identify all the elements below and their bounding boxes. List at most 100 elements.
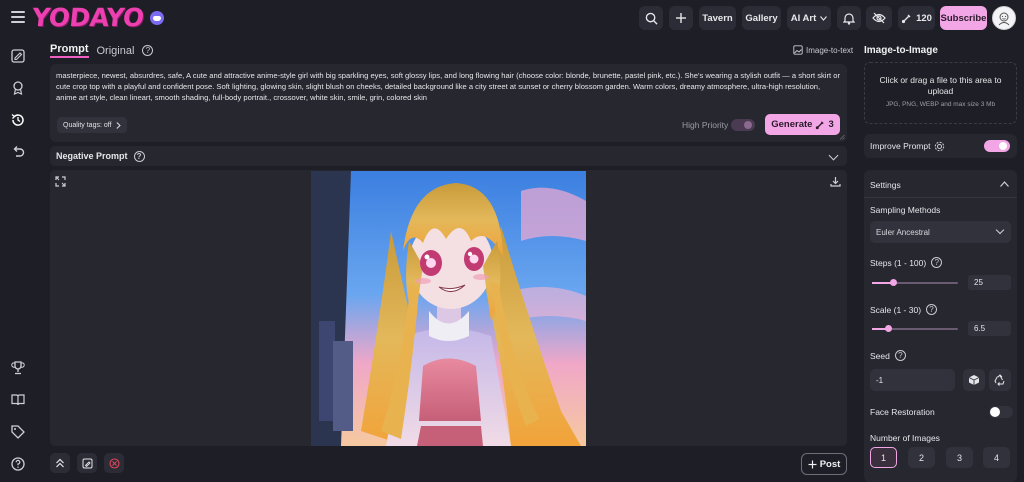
create-button[interactable] — [669, 6, 693, 30]
sidebar-undo[interactable] — [8, 142, 28, 162]
badge-icon — [13, 81, 23, 96]
avatar[interactable] — [992, 6, 1016, 30]
seed-input[interactable]: -1 — [870, 369, 955, 391]
image-to-text-button[interactable]: Image-to-text — [793, 45, 853, 55]
image-to-image-title: Image-to-Image — [864, 45, 938, 56]
prompt-tabs: Prompt Original ? — [50, 43, 154, 58]
quality-tags-button[interactable]: Quality tags: off — [57, 117, 127, 133]
scale-label: Scale (1 - 30) ? — [870, 304, 938, 315]
num-images-option-2[interactable]: 2 — [908, 447, 935, 468]
collapse-button[interactable] — [50, 453, 70, 473]
steps-input[interactable]: 25 — [968, 275, 1011, 290]
credits-count: 120 — [916, 12, 932, 24]
left-sidebar — [0, 36, 38, 482]
gear-icon[interactable] — [934, 141, 945, 152]
generate-button[interactable]: Generate 3 — [765, 114, 840, 135]
book-icon — [11, 394, 25, 406]
scale-slider[interactable] — [872, 325, 958, 332]
generate-label: Generate — [771, 119, 813, 130]
post-label: Post — [819, 458, 841, 470]
nsfw-toggle-button[interactable] — [866, 6, 892, 30]
upload-dropzone[interactable]: Click or drag a file to this area to upl… — [864, 62, 1017, 124]
improve-prompt-toggle[interactable] — [984, 140, 1010, 152]
history-icon — [11, 113, 24, 126]
generated-image[interactable] — [311, 171, 586, 446]
steps-slider[interactable] — [872, 279, 958, 286]
quality-tags-label: Quality tags: off — [63, 121, 112, 129]
scale-input[interactable]: 6.5 — [968, 321, 1011, 336]
brush-icon — [901, 14, 911, 23]
sidebar-docs[interactable] — [8, 390, 28, 410]
help-icon[interactable]: ? — [931, 257, 943, 268]
download-icon[interactable] — [830, 176, 841, 187]
search-button[interactable] — [639, 6, 663, 30]
sidebar-help[interactable] — [8, 454, 28, 474]
tag-icon — [11, 425, 25, 439]
trophy-icon — [11, 361, 25, 375]
num-images-option-3[interactable]: 3 — [946, 447, 973, 468]
num-images-option-1[interactable]: 1 — [870, 447, 897, 468]
cube-icon — [968, 375, 980, 385]
prompt-text[interactable]: masterpiece, newest, absurdres, safe, A … — [56, 70, 842, 103]
high-priority-label: High Priority — [682, 120, 729, 130]
help-icon[interactable]: ? — [894, 350, 906, 361]
delete-button[interactable] — [104, 453, 124, 473]
sampling-method-select[interactable]: Euler Ancestral — [870, 221, 1011, 243]
settings-header[interactable]: Settings — [870, 180, 901, 190]
improve-prompt-card: Improve Prompt — [864, 134, 1017, 158]
subscribe-button[interactable]: Subscribe — [940, 6, 987, 30]
help-icon[interactable]: ? — [926, 304, 938, 315]
top-bar: YODAYO Tavern Gallery AI Art 120 Subscri… — [0, 0, 1024, 36]
discord-icon[interactable] — [150, 11, 164, 25]
image-edit-icon — [82, 458, 92, 468]
face-restoration-label: Face Restoration — [870, 407, 935, 417]
nav-ai-art[interactable]: AI Art — [787, 6, 831, 30]
eye-off-icon — [872, 12, 886, 24]
plus-icon — [808, 460, 817, 468]
sidebar-trophy[interactable] — [8, 358, 28, 378]
steps-label: Steps (1 - 100) ? — [870, 257, 943, 268]
nav-ai-art-label: AI Art — [790, 12, 817, 24]
number-of-images-text: Number of Images — [870, 433, 940, 443]
prompt-input[interactable]: masterpiece, newest, absurdres, safe, A … — [50, 64, 847, 142]
help-icon — [11, 457, 25, 471]
sampling-methods-label: Sampling Methods — [870, 205, 940, 215]
menu-icon[interactable] — [11, 11, 25, 23]
bell-icon — [843, 12, 855, 25]
num-images-option-4[interactable]: 4 — [983, 447, 1010, 468]
post-button[interactable]: Post — [801, 453, 847, 475]
logo[interactable]: YODAYO — [30, 3, 145, 32]
help-icon[interactable]: ? — [133, 150, 145, 162]
tab-prompt[interactable]: Prompt — [50, 43, 89, 58]
face-restoration-toggle[interactable] — [989, 406, 1013, 418]
credits-button[interactable]: 120 — [898, 6, 935, 30]
chevron-up-icon[interactable] — [1000, 181, 1009, 187]
expand-icon[interactable] — [55, 176, 66, 187]
random-seed-button[interactable] — [963, 369, 985, 391]
notifications-button[interactable] — [837, 6, 861, 30]
sampling-methods-text: Sampling Methods — [870, 205, 941, 215]
help-icon[interactable]: ? — [142, 45, 154, 56]
close-circle-icon — [108, 457, 120, 469]
chevron-down-icon — [820, 15, 828, 21]
negative-prompt-toggle[interactable]: Negative Prompt ? — [50, 146, 847, 166]
undo-icon — [13, 146, 25, 157]
sidebar-create[interactable] — [8, 46, 28, 66]
sidebar-history[interactable] — [8, 110, 28, 130]
scale-slider-handle[interactable] — [885, 325, 893, 332]
upload-hint: JPG, PNG, WEBP and max size 3 Mb — [885, 101, 996, 108]
double-chevron-up-icon — [56, 458, 64, 468]
recycle-seed-button[interactable] — [989, 369, 1011, 391]
edit-image-button[interactable] — [77, 453, 97, 473]
resize-handle-icon[interactable] — [839, 134, 845, 140]
steps-slider-handle[interactable] — [889, 279, 897, 286]
seed-label: Seed ? — [870, 350, 906, 361]
tab-original[interactable]: Original — [97, 45, 135, 57]
nav-gallery[interactable]: Gallery — [742, 6, 781, 30]
sidebar-tags[interactable] — [8, 422, 28, 442]
nav-tavern[interactable]: Tavern — [699, 6, 736, 30]
sampling-method-value: Euler Ancestral — [876, 227, 930, 237]
sidebar-awards[interactable] — [8, 78, 28, 98]
high-priority-toggle[interactable] — [731, 119, 755, 131]
chevron-right-icon — [115, 121, 121, 129]
